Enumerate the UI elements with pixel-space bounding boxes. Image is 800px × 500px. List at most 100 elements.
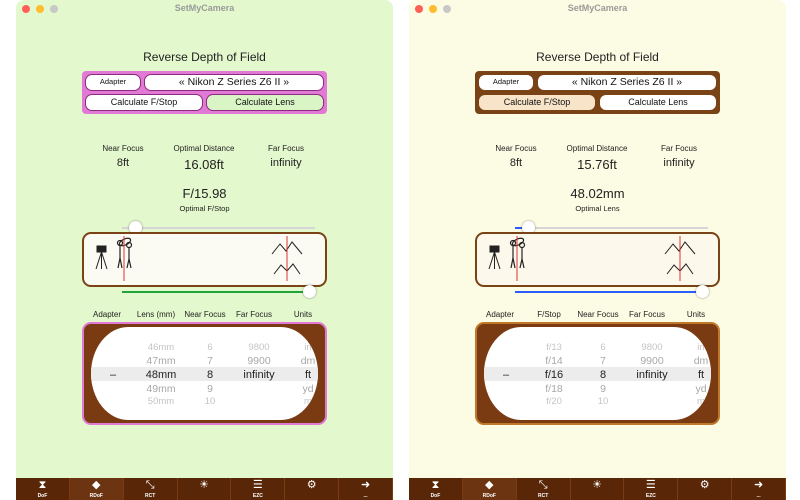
rdof-icon: ◆ <box>92 479 101 491</box>
arrow-right-icon: ➜ <box>753 479 764 491</box>
calculate-lens-button[interactable]: Calculate Lens <box>206 94 324 111</box>
picker-cell: 7 <box>207 355 213 367</box>
picker-row[interactable]: 47mm 7 9900 dm <box>91 355 318 368</box>
value-picker[interactable]: f/13 6 9800 in f/14 7 9900 dm – f/16 8 infinity ft… <box>475 322 720 425</box>
dof-icon: ⧗ <box>38 479 47 491</box>
calculate-lens-button[interactable]: Calculate Lens <box>599 94 717 111</box>
picker-cell: yd <box>695 383 707 395</box>
picker-drum[interactable]: f/13 6 9800 in f/14 7 9900 dm – f/16 8 infinity ft… <box>484 327 711 420</box>
picker-cell: f/20 <box>546 396 562 407</box>
toolbar-button-label: RCT <box>538 493 549 499</box>
adapter-button[interactable]: Adapter <box>478 74 534 91</box>
optimal-distance-value: 15.76ft <box>577 157 617 172</box>
depth-of-field-scene <box>82 232 327 287</box>
toolbar-button-ezc[interactable]: ☰ EZC <box>624 478 679 500</box>
near-focus-value: 8ft <box>509 157 523 169</box>
column-header-fstop: F/Stop <box>537 310 561 319</box>
toolbar-button-rct[interactable]: ⤡ RCT <box>124 478 178 500</box>
calculate-fstop-button[interactable]: Calculate F/Stop <box>478 94 596 111</box>
adapter-button[interactable]: Adapter <box>85 74 141 91</box>
toolbar-button-label: ... <box>756 493 761 499</box>
picker-row[interactable]: 46mm 6 9800 in <box>91 342 318 355</box>
title-bar: SetMyCamera <box>16 0 393 18</box>
column-header-units: Units <box>293 310 313 319</box>
toolbar-button-dof[interactable]: ⧗ DoF <box>409 478 463 500</box>
column-header-adapter: Adapter <box>485 310 515 319</box>
far-focus-slider-track[interactable] <box>515 291 708 293</box>
toolbar-button-gear[interactable]: ⚙ <box>678 478 733 500</box>
picker-row-selected[interactable]: – 48mm 8 infinity ft <box>91 369 318 382</box>
camera-selector-button[interactable]: « Nikon Z Series Z6 II » <box>537 74 717 91</box>
near-focus-value: 8ft <box>116 157 130 169</box>
lightbulb-icon: ☀ <box>199 479 209 491</box>
bottom-toolbar: ⧗ DoF ◆ RDoF ⤡ RCT ☀ ☰ EZC ⚙ ➜... <box>409 478 786 500</box>
picker-row[interactable]: f/18 9 yd <box>484 383 711 396</box>
picker-cell: 8 <box>599 369 607 381</box>
far-focus-slider-track[interactable] <box>122 291 315 293</box>
toolbar-button-ezc[interactable]: ☰ EZC <box>231 478 286 500</box>
picker-cell: dm <box>300 355 316 367</box>
picker-cell: 7 <box>600 355 606 367</box>
rct-icon: ⤡ <box>145 479 155 491</box>
picker-cell: – <box>502 369 510 381</box>
window-left: SetMyCamera Reverse Depth of Field Adapt… <box>16 0 393 500</box>
picker-cell: f/16 <box>544 369 564 381</box>
near-focus-slider-track[interactable] <box>122 227 315 229</box>
picker-cell: 9900 <box>640 355 664 367</box>
picker-row[interactable]: f/14 7 9900 dm <box>484 355 711 368</box>
toolbar-button-label: DoF <box>37 493 48 499</box>
camera-control-panel: Adapter « Nikon Z Series Z6 II » Calcula… <box>475 71 720 114</box>
picker-row[interactable]: f/13 6 9800 in <box>484 342 711 355</box>
ezc-icon: ☰ <box>252 479 263 491</box>
tripod-camera-icon <box>95 245 108 270</box>
bottom-toolbar: ⧗ DoF ◆ RDoF ⤡ RCT ☀ ☰ EZC ⚙ ➜... <box>16 478 393 500</box>
depth-of-field-scene <box>475 232 720 287</box>
page-title: Reverse Depth of Field <box>143 50 266 64</box>
toolbar-button-gear[interactable]: ⚙ <box>285 478 340 500</box>
picker-drum[interactable]: 46mm 6 9800 in 47mm 7 9900 dm – 48mm 8 infinity ft… <box>91 327 318 420</box>
camera-selector-button[interactable]: « Nikon Z Series Z6 II » <box>144 74 324 91</box>
picker-cell: 6 <box>600 342 606 353</box>
toolbar-button-label: RDoF <box>482 493 496 499</box>
picker-row[interactable]: 49mm 9 yd <box>91 383 318 396</box>
far-focus-slider-knob[interactable] <box>695 285 709 298</box>
far-focus-value: infinity <box>270 157 302 169</box>
toolbar-button-rct[interactable]: ⤡ RCT <box>517 478 571 500</box>
optimal-fstop-label: Optimal F/Stop <box>179 204 230 213</box>
toolbar-button-rdof[interactable]: ◆ RDoF <box>69 478 124 500</box>
toolbar-button-more[interactable]: ➜... <box>732 478 786 500</box>
picker-cell: 9 <box>600 383 606 395</box>
value-picker[interactable]: 46mm 6 9800 in 47mm 7 9900 dm – 48mm 8 infinity ft… <box>82 322 327 425</box>
picker-cell: m <box>697 396 705 407</box>
picker-cell: f/13 <box>546 342 562 353</box>
window-title: SetMyCamera <box>174 3 235 13</box>
toolbar-button-dof[interactable]: ⧗ DoF <box>16 478 70 500</box>
toolbar-button-lightbulb[interactable]: ☀ <box>178 478 232 500</box>
optimal-distance-value: 16.08ft <box>184 157 224 172</box>
toolbar-button-rdof[interactable]: ◆ RDoF <box>462 478 517 500</box>
window-title: SetMyCamera <box>567 3 628 13</box>
toolbar-button-lightbulb[interactable]: ☀ <box>571 478 625 500</box>
far-focus-value: infinity <box>663 157 695 169</box>
picker-cell: 50mm <box>147 396 175 407</box>
far-focus-slider-knob[interactable] <box>302 285 316 298</box>
toolbar-button-label: ... <box>363 493 368 499</box>
picker-cell: 49mm <box>146 383 176 395</box>
gear-icon: ⚙ <box>306 479 317 491</box>
people-icon <box>116 237 133 269</box>
scene-illustration <box>95 236 303 281</box>
optimal-lens-value: 48.02mm <box>570 186 625 201</box>
column-header-far-focus: Far Focus <box>235 310 272 319</box>
picker-row[interactable]: 50mm 10 m <box>91 396 318 409</box>
tripod-camera-icon <box>488 245 501 270</box>
near-focus-slider-track[interactable] <box>515 227 708 229</box>
picker-cell: dm <box>693 355 709 367</box>
picker-row[interactable]: f/20 10 m <box>484 396 711 409</box>
calculate-fstop-button[interactable]: Calculate F/Stop <box>85 94 203 111</box>
title-bar: SetMyCamera <box>409 0 786 18</box>
toolbar-button-more[interactable]: ➜... <box>339 478 393 500</box>
toolbar-button-label: EZC <box>252 493 263 499</box>
picker-row-selected[interactable]: – f/16 8 infinity ft <box>484 369 711 382</box>
optimal-distance-label: Optimal Distance <box>173 144 235 153</box>
optimal-lens-label: Optimal Lens <box>575 204 620 213</box>
